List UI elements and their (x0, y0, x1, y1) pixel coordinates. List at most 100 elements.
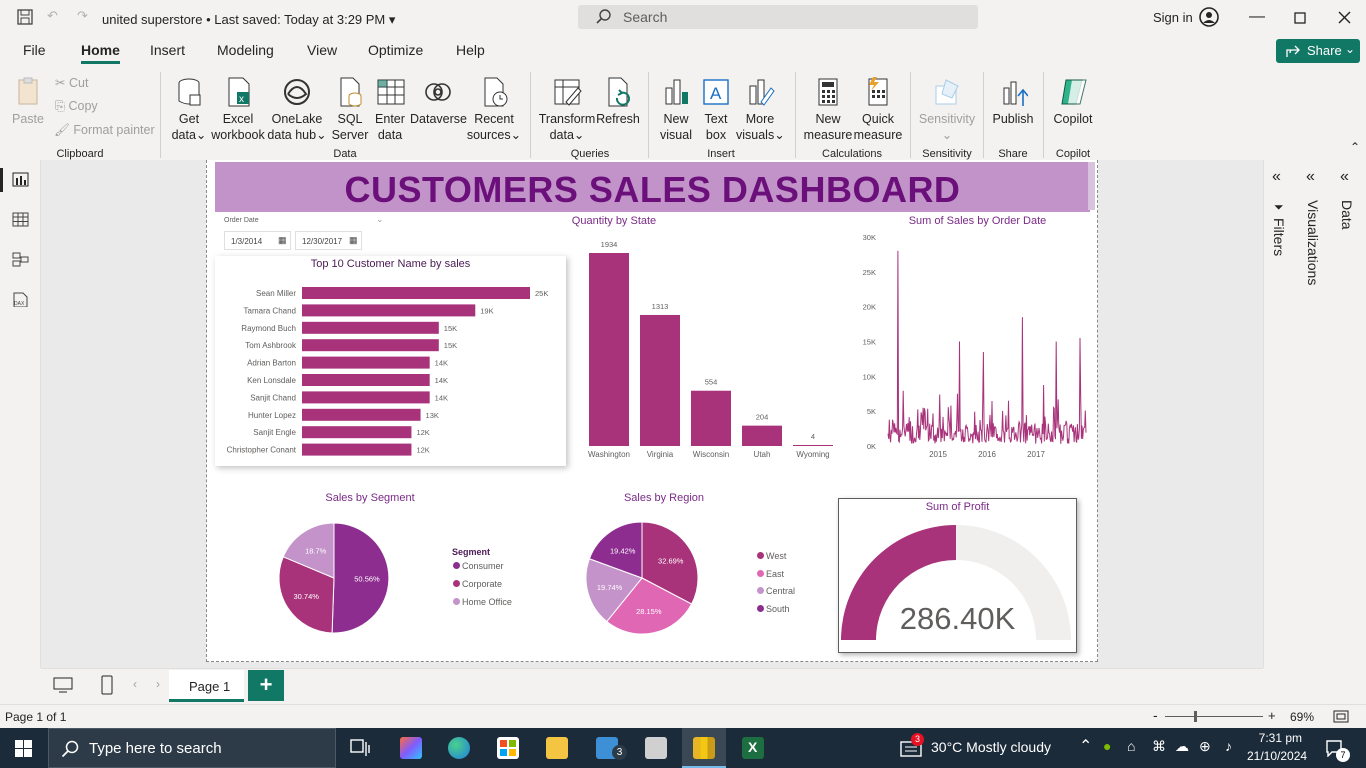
slicer-end-date[interactable]: 12/30/2017 ▦ (295, 231, 362, 250)
sensitivity-button[interactable]: Sensitivity ⌄ (916, 76, 978, 143)
next-page-icon[interactable]: › (156, 677, 160, 691)
paste-button[interactable]: Paste (10, 76, 46, 127)
customer-bar[interactable] (302, 287, 530, 299)
model-view-icon[interactable] (12, 252, 29, 267)
sign-in-link[interactable]: Sign in (1153, 10, 1193, 25)
onelake-button[interactable]: OneLake data hub⌄ (266, 76, 328, 143)
sales-line[interactable] (887, 250, 1087, 444)
recent-sources-button[interactable]: Recent sources⌄ (466, 76, 522, 143)
sales-by-date-chart[interactable]: 0K 5K 10K 15K 20K 25K 30K 2015 2016 2017 (850, 230, 1090, 465)
customer-bar[interactable] (302, 443, 412, 456)
copy-button[interactable]: ⎘ Copy (55, 99, 98, 114)
dataverse-button[interactable]: Dataverse (410, 76, 467, 127)
new-measure-button[interactable]: New measure (803, 76, 853, 143)
taskbar-search[interactable]: Type here to search (48, 728, 336, 768)
tray-app-icon[interactable]: ● (1103, 738, 1111, 754)
text-box-button[interactable]: A Text box (696, 76, 736, 143)
clock-date[interactable]: 21/10/2024 (1247, 749, 1307, 763)
expand-visualizations-icon[interactable]: « (1306, 168, 1315, 186)
customer-bar[interactable] (302, 356, 430, 369)
report-view-icon[interactable] (12, 172, 29, 187)
account-icon[interactable] (1199, 7, 1219, 27)
quantity-state-chart[interactable]: 1934 Washington 1313 Virginia 554 Wisconsin 20… (582, 230, 842, 465)
publish-button[interactable]: Publish (991, 76, 1035, 127)
segment-pie-chart[interactable]: 50.56% 30.74% 18.7% (275, 520, 395, 638)
maximize-icon[interactable] (1294, 12, 1306, 24)
file-explorer-icon[interactable] (546, 737, 568, 759)
edge-browser-icon[interactable] (448, 737, 470, 759)
excel-app-icon[interactable]: X (742, 737, 764, 759)
customer-bar[interactable] (302, 321, 439, 334)
mobile-layout-icon[interactable] (101, 675, 113, 695)
speaker-icon[interactable]: ♪ (1225, 738, 1232, 754)
redo-icon[interactable]: ↷ (77, 8, 88, 24)
copilot-button[interactable]: Copilot (1051, 76, 1095, 127)
tab-insert[interactable]: Insert (150, 42, 185, 58)
get-data-button[interactable]: Get data⌄ (168, 76, 210, 143)
page-tab-1[interactable]: Page 1 (169, 670, 244, 702)
legend-item[interactable]: West (757, 551, 786, 561)
transform-data-button[interactable]: Transform data⌄ (538, 76, 596, 143)
expand-data-icon[interactable]: « (1340, 168, 1349, 186)
state-bar[interactable] (640, 314, 680, 446)
task-view-icon[interactable] (350, 739, 370, 757)
data-pane-label[interactable]: Data (1339, 200, 1355, 230)
weather-text[interactable]: 30°C Mostly cloudy (931, 739, 1051, 755)
customer-bar[interactable] (302, 426, 412, 439)
top-customers-visual[interactable]: Top 10 Customer Name by sales Sean Mille… (215, 256, 566, 466)
more-visuals-button[interactable]: More visuals⌄ (736, 76, 785, 143)
customer-bar[interactable] (302, 374, 430, 386)
customer-bar[interactable] (302, 408, 421, 421)
tray-device-icon[interactable]: ⌂ (1127, 738, 1135, 754)
sql-server-button[interactable]: SQL Server (330, 76, 370, 143)
powerbi-taskbar-button[interactable] (682, 728, 726, 768)
state-bar[interactable] (589, 253, 629, 446)
file-title[interactable]: united superstore • Last saved: Today at… (102, 12, 395, 28)
prev-page-icon[interactable]: ‹ (133, 677, 137, 691)
tab-view[interactable]: View (307, 42, 337, 58)
legend-item[interactable]: East (757, 569, 784, 579)
fit-to-page-icon[interactable] (1333, 710, 1349, 723)
store-icon[interactable] (497, 737, 519, 759)
show-hidden-icons[interactable]: ⌃ (1079, 736, 1092, 756)
refresh-button[interactable]: Refresh (596, 76, 640, 127)
excel-workbook-button[interactable]: x Excel workbook (210, 76, 266, 143)
collapse-ribbon-icon[interactable]: ⌃ (1350, 140, 1360, 154)
legend-item[interactable]: Corporate (453, 579, 502, 589)
state-bar[interactable] (793, 445, 833, 446)
new-visual-button[interactable]: New visual (656, 76, 696, 143)
cut-button[interactable]: ✂ Cut (55, 75, 88, 90)
legend-item[interactable]: South (757, 604, 790, 614)
tray-vpn-icon[interactable]: ⌘ (1152, 738, 1166, 755)
quick-measure-button[interactable]: Quick measure (853, 76, 903, 143)
zoom-in-icon[interactable]: + (1268, 708, 1276, 723)
tab-home[interactable]: Home (81, 42, 120, 64)
clock-time[interactable]: 7:31 pm (1256, 731, 1302, 745)
zoom-level[interactable]: 69% (1290, 710, 1314, 724)
state-bar[interactable] (742, 425, 782, 446)
expand-filters-icon[interactable]: « (1272, 168, 1281, 186)
format-painter-button[interactable]: 🖌 Format painter (54, 123, 155, 138)
table-view-icon[interactable] (12, 212, 29, 227)
save-icon[interactable] (17, 9, 33, 25)
slicer-start-date[interactable]: 1/3/2014 ▦ (224, 231, 291, 250)
state-bar[interactable] (691, 390, 731, 446)
close-icon[interactable] (1338, 11, 1351, 24)
tab-help[interactable]: Help (456, 42, 485, 58)
chevron-down-icon[interactable]: ⌄ (376, 214, 384, 225)
zoom-slider[interactable] (1165, 716, 1263, 717)
dax-query-icon[interactable]: DAX (12, 292, 29, 307)
onedrive-icon[interactable]: ☁ (1175, 738, 1189, 755)
tab-file[interactable]: File (23, 42, 46, 58)
undo-icon[interactable]: ↶ (47, 8, 58, 24)
copilot-app-icon[interactable] (400, 737, 422, 759)
zoom-out-icon[interactable]: - (1153, 707, 1158, 723)
add-page-button[interactable]: + (248, 670, 284, 701)
profit-gauge-card[interactable]: Sum of Profit 286.40K (838, 498, 1077, 653)
enter-data-button[interactable]: Enter data (370, 76, 410, 143)
customer-bar[interactable] (302, 304, 476, 317)
tab-optimize[interactable]: Optimize (368, 42, 423, 58)
language-icon[interactable]: ⊕ (1199, 738, 1211, 755)
visualizations-pane-label[interactable]: Visualizations (1305, 200, 1321, 285)
customer-bar[interactable] (302, 391, 430, 404)
